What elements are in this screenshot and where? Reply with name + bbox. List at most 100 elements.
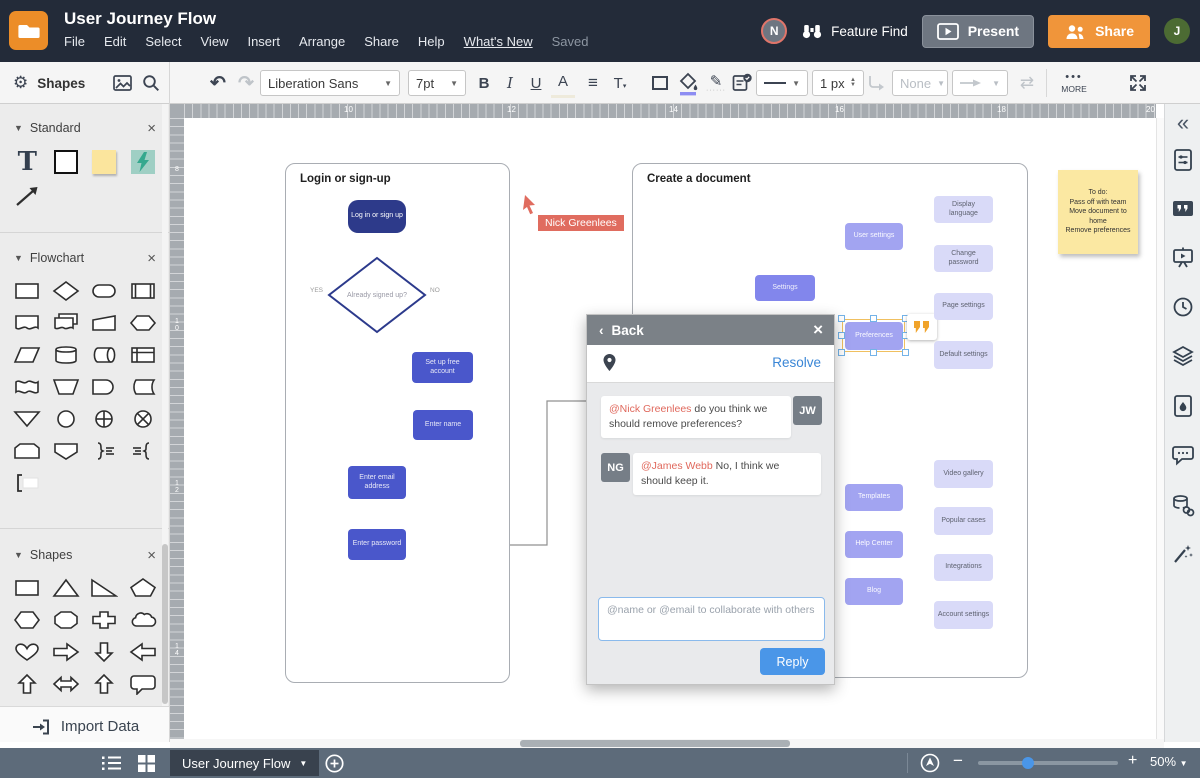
vertical-scrollbar[interactable] [1156,118,1164,739]
node-blog[interactable]: Blog [845,578,903,605]
note-bracket-shape[interactable] [13,472,41,494]
arrow-up-2-shape[interactable] [90,673,118,695]
node-user-settings[interactable]: User settings [845,223,903,250]
undo-button[interactable]: ↶ [204,62,232,104]
loop-limit-shape[interactable] [13,440,41,462]
menu-view[interactable]: View [201,34,229,49]
scrollbar-thumb[interactable] [520,740,790,747]
node-enter-email[interactable]: Enter email address [348,466,406,499]
zoom-level[interactable]: 50% ▼ [1150,754,1188,769]
present-button[interactable]: Present [921,14,1035,48]
connector-shape[interactable] [52,408,80,430]
container-title[interactable]: Login or sign-up [300,173,391,185]
bold-button[interactable]: B [472,62,496,104]
location-pin-icon[interactable] [602,353,617,372]
selection-handle[interactable] [838,349,845,356]
close-icon[interactable]: × [147,547,156,564]
rectangle-shape[interactable] [53,150,78,174]
fill-color-button[interactable] [678,72,698,96]
container-title[interactable]: Create a document [647,173,751,185]
shape-outline-button[interactable] [651,75,669,91]
off-page-connector-shape[interactable] [52,440,80,462]
hexagon-shape[interactable] [13,609,41,631]
sticky-note-shape[interactable] [92,150,117,174]
terminator-shape[interactable] [90,280,118,302]
document-settings-icon[interactable] [1165,148,1200,172]
history-clock-icon[interactable] [1165,296,1200,318]
node-popular-cases[interactable]: Popular cases [934,507,993,535]
document-shape[interactable] [13,312,41,334]
fullscreen-button[interactable] [1128,73,1148,93]
menu-share[interactable]: Share [364,34,399,49]
or-shape[interactable] [90,408,118,430]
collapse-triangle-icon[interactable]: ▼ [14,550,23,560]
section-standard[interactable]: ▼ Standard × [0,118,169,138]
section-shapes[interactable]: ▼ Shapes × [0,545,169,565]
stepper-arrows[interactable]: ▲ ▼ [850,77,856,88]
collapse-triangle-icon[interactable]: ▼ [14,253,23,263]
text-shape[interactable]: T [18,149,37,175]
horizontal-scrollbar[interactable] [170,739,1164,748]
layers-icon[interactable] [1165,344,1200,368]
font-size-select[interactable]: 7pt ▼ [408,70,466,96]
menu-select[interactable]: Select [145,34,181,49]
delay-shape[interactable] [90,376,118,398]
cloud-shape[interactable] [129,609,157,631]
comments-icon[interactable] [1165,198,1200,220]
italic-button[interactable]: I [498,62,522,104]
cross-shape[interactable] [90,609,118,631]
page-list-icon[interactable] [102,755,122,771]
selection-handle[interactable] [870,315,877,322]
stored-data-shape[interactable] [129,376,157,398]
callout-shape[interactable] [129,673,157,695]
collapse-triangle-icon[interactable]: ▼ [14,123,23,133]
arrow-right-shape[interactable] [52,641,80,663]
triangle-shape[interactable] [52,577,80,599]
chat-icon[interactable] [1165,444,1200,466]
lightning-bolt-shape[interactable] [130,150,155,174]
data-linking-icon[interactable] [1165,493,1200,517]
text-align-button[interactable]: ≡ [581,62,605,104]
menu-insert[interactable]: Insert [247,34,280,49]
theme-style-icon[interactable] [1165,394,1200,418]
resolve-button[interactable]: Resolve [772,355,821,370]
collapse-panel-icon[interactable]: « [1165,110,1200,136]
node-integrations[interactable]: Integrations [934,554,993,581]
mention-link[interactable]: @James Webb [641,460,713,472]
image-icon[interactable] [113,75,132,91]
line-endpoint-none-select[interactable]: None ▼ [892,70,948,96]
user-avatar-j[interactable]: J [1164,18,1190,44]
line-color-button[interactable]: ✎ ······ [704,62,728,104]
selection-handle[interactable] [902,349,909,356]
menu-file[interactable]: File [64,34,85,49]
process-shape[interactable] [13,280,41,302]
heart-shape[interactable] [13,641,41,663]
close-icon[interactable]: × [147,250,156,267]
close-icon[interactable]: × [813,320,823,340]
data-shape[interactable] [13,344,41,366]
manual-operation-shape[interactable] [52,376,80,398]
more-tools-button[interactable]: ••• MORE [1052,62,1096,104]
line-width-stepper[interactable]: 1 px ▲ ▼ [812,70,864,96]
right-triangle-shape[interactable] [90,577,119,599]
merge-shape[interactable] [13,408,41,430]
sidebar-scrollbar[interactable] [162,104,168,706]
arrow-left-shape[interactable] [129,641,157,663]
node-video-gallery[interactable]: Video gallery [934,460,993,488]
reply-button[interactable]: Reply [760,648,825,675]
arrow-shape[interactable] [14,184,40,208]
sticky-note[interactable]: To do: Pass off with team Move document … [1058,170,1138,254]
feature-find-button[interactable]: Feature Find [801,22,908,40]
node-page-settings[interactable]: Page settings [934,293,993,320]
login-flow-container[interactable]: Login or sign-up [285,163,510,683]
swap-connector-button[interactable]: ⇄ [1014,62,1040,104]
node-templates[interactable]: Templates [845,484,903,511]
rectangle-shape[interactable] [13,577,41,599]
selection-handle[interactable] [870,349,877,356]
import-data-button[interactable]: Import Data [0,706,169,742]
node-enter-name[interactable]: Enter name [413,410,473,440]
gear-icon[interactable]: ⚙ [13,73,28,93]
pan-to-content-icon[interactable] [920,753,940,773]
decision-shape[interactable] [52,280,80,302]
tape-shape[interactable] [13,376,41,398]
